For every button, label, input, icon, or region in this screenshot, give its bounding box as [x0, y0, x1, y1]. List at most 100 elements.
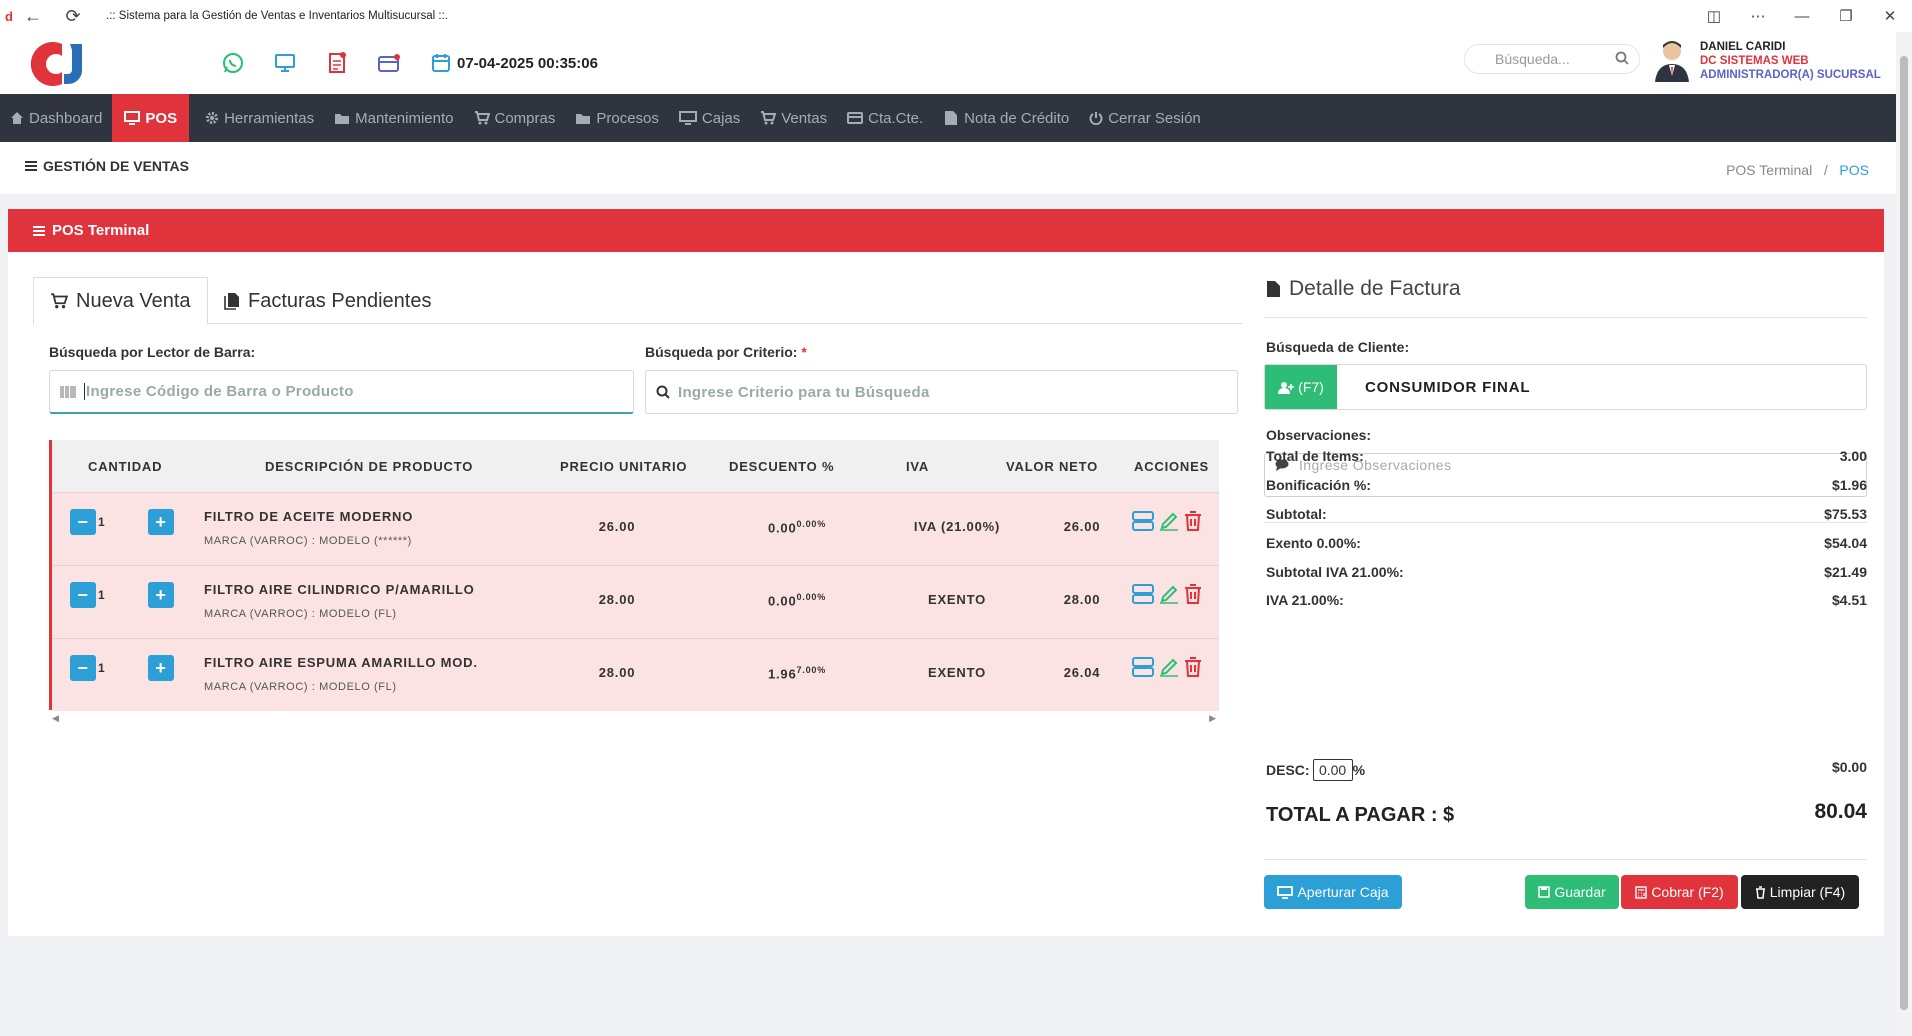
menu-cta-cte[interactable]: Cta.Cte. [837, 94, 933, 142]
row-actions [1132, 657, 1202, 680]
menu-cajas[interactable]: Cajas [669, 94, 750, 142]
card-alert-icon[interactable] [363, 48, 415, 78]
quantity-input[interactable]: 1 [96, 655, 148, 681]
menu-label: Cerrar Sesión [1108, 109, 1201, 127]
net-value: 28.00 [1063, 592, 1101, 607]
decrement-button[interactable]: − [70, 582, 96, 608]
table-h-scrollbar[interactable]: ◀ ▶ [49, 713, 1219, 723]
search-placeholder: Búsqueda... [1495, 51, 1570, 67]
user-avatar[interactable] [1652, 38, 1692, 82]
server-icon[interactable] [1132, 511, 1154, 534]
button-label: Limpiar (F4) [1769, 884, 1846, 900]
criteria-input[interactable]: Ingrese Criterio para tu Búsqueda [645, 370, 1238, 414]
cart-plus-icon [761, 111, 777, 125]
discount: 1.967.00% [742, 665, 852, 681]
discount: 0.000.00% [742, 592, 852, 608]
search-icon[interactable] [1615, 51, 1629, 68]
tab-nueva-venta[interactable]: Nueva Venta [33, 277, 208, 325]
menu-procesos[interactable]: Procesos [565, 94, 669, 142]
back-icon[interactable]: ← [18, 6, 48, 27]
more-icon[interactable]: ⋯ [1736, 7, 1780, 25]
quantity-stepper: −1 + [70, 582, 174, 608]
trash-icon[interactable] [1184, 657, 1202, 680]
product-name: FILTRO AIRE ESPUMA AMARILLO MOD. [204, 655, 478, 670]
barcode-input[interactable]: Ingrese Código de Barra o Producto [49, 370, 634, 414]
user-plus-icon [1278, 381, 1295, 394]
reload-icon[interactable]: ⟳ [58, 6, 88, 27]
edit-icon[interactable] [1159, 511, 1179, 534]
menu-dashboard[interactable]: Dashboard [0, 94, 112, 142]
menu-label: Herramientas [224, 109, 315, 127]
quantity-stepper: −1 + [70, 655, 174, 681]
breadcrumb-item[interactable]: POS Terminal [1726, 162, 1812, 178]
whatsapp-icon[interactable] [207, 48, 259, 78]
breadcrumb-separator: / [1816, 162, 1836, 178]
row-actions [1132, 584, 1202, 607]
quantity-input[interactable]: 1 [96, 509, 148, 535]
clear-button[interactable]: Limpiar (F4) [1741, 875, 1859, 909]
restore-icon[interactable]: ❐ [1824, 7, 1868, 25]
col-acciones: ACCIONES [1134, 458, 1210, 474]
save-button[interactable]: Guardar [1525, 875, 1619, 909]
menu-herramientas[interactable]: Herramientas [189, 94, 324, 142]
barcode-icon [60, 385, 76, 398]
summary-value: $54.04 [1824, 535, 1867, 551]
increment-button[interactable]: + [148, 655, 174, 681]
menu-label: Procesos [596, 109, 659, 127]
menu-label: Nota de Crédito [964, 109, 1070, 127]
server-icon[interactable] [1132, 657, 1154, 680]
header-search-input[interactable]: Búsqueda... [1464, 44, 1640, 74]
cast-icon[interactable]: ◫ [1692, 7, 1736, 25]
summary-label: Bonificación %: [1266, 477, 1372, 493]
menu-cerrar-sesion[interactable]: Cerrar Sesión [1079, 94, 1211, 142]
products-table: CANTIDAD DESCRIPCIÓN DE PRODUCTO PRECIO … [49, 440, 1219, 711]
client-search-button[interactable]: (F7) [1265, 365, 1337, 409]
close-icon[interactable]: ✕ [1868, 7, 1912, 25]
charge-button[interactable]: Cobrar (F2) [1621, 875, 1738, 909]
page-scrollbar[interactable] [1896, 32, 1912, 1036]
increment-button[interactable]: + [148, 509, 174, 535]
list-icon [33, 225, 45, 236]
discount-value: 0.00 [767, 520, 797, 536]
scroll-thumb[interactable] [1900, 56, 1908, 1010]
cart-icon [474, 111, 490, 125]
open-box-button[interactable]: Aperturar Caja [1264, 875, 1402, 909]
logo[interactable] [24, 38, 99, 88]
col-iva: IVA [906, 458, 930, 474]
client-field[interactable]: (F7) CONSUMIDOR FINAL [1264, 364, 1867, 410]
list-icon [25, 161, 37, 171]
section-title-text: GESTIÓN DE VENTAS [43, 158, 189, 174]
tab-facturas-pendientes[interactable]: Facturas Pendientes [208, 277, 447, 325]
edit-icon[interactable] [1159, 657, 1179, 680]
scroll-right-icon[interactable]: ▶ [1209, 713, 1216, 724]
user-role: ADMINISTRADOR(A) SUCURSAL [1700, 69, 1881, 81]
minimize-icon[interactable]: — [1780, 8, 1824, 25]
document-alert-icon[interactable] [311, 48, 363, 78]
invoice-title: Detalle de Factura [1266, 277, 1461, 301]
menu-label: Cta.Cte. [868, 109, 924, 127]
quantity-input[interactable]: 1 [96, 582, 148, 608]
trash-icon[interactable] [1184, 511, 1202, 534]
menu-ventas[interactable]: Ventas [750, 94, 837, 142]
search-icon [656, 385, 670, 399]
decrement-button[interactable]: − [70, 509, 96, 535]
decrement-button[interactable]: − [70, 655, 96, 681]
iva: EXENTO [927, 592, 987, 607]
scroll-left-icon[interactable]: ◀ [52, 713, 59, 724]
breadcrumb: POS Terminal / POS [1726, 162, 1869, 178]
trash-icon[interactable] [1184, 584, 1202, 607]
server-icon[interactable] [1132, 584, 1154, 607]
top-header: 07-04-2025 00:35:06 Búsqueda... DANIEL C… [0, 32, 1896, 94]
menu-compras[interactable]: Compras [464, 94, 566, 142]
edit-icon[interactable] [1159, 584, 1179, 607]
table-row: −1 + FILTRO AIRE ESPUMA AMARILLO MOD. MARCA… [52, 638, 1219, 711]
menu-nota-credito[interactable]: Nota de Crédito [933, 94, 1079, 142]
menu-mantenimiento[interactable]: Mantenimiento [324, 94, 463, 142]
monitor-icon[interactable] [259, 48, 311, 78]
menu-pos[interactable]: POS [112, 94, 190, 142]
desc-input[interactable]: 0.00 [1312, 759, 1353, 781]
quantity-stepper: −1 + [70, 509, 174, 535]
increment-button[interactable]: + [148, 582, 174, 608]
card-title: POS Terminal [52, 222, 150, 239]
client-value: CONSUMIDOR FINAL [1365, 379, 1531, 396]
